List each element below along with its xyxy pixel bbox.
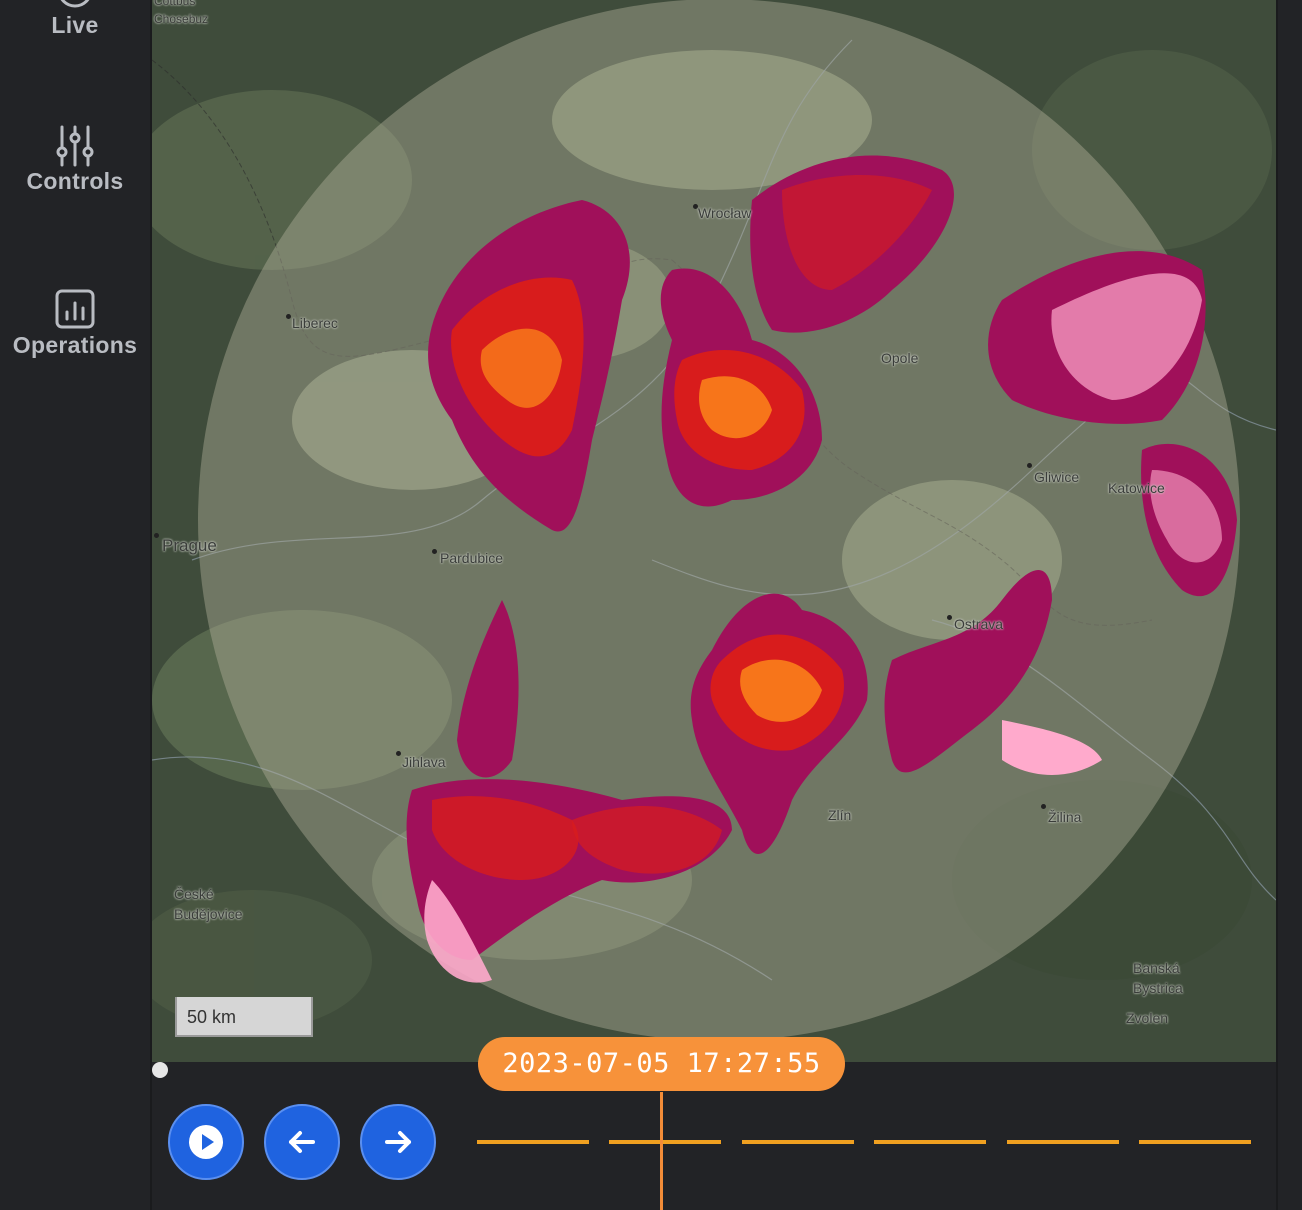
city-label-prague: Prague bbox=[162, 536, 217, 555]
arrow-right-icon bbox=[385, 1131, 411, 1153]
slider-handle[interactable] bbox=[152, 1062, 168, 1078]
arrow-left-icon bbox=[289, 1131, 315, 1153]
bar-chart-icon bbox=[55, 289, 95, 329]
city-label-liberec: Liberec bbox=[292, 315, 338, 331]
sidebar-item-label: Operations bbox=[12, 332, 138, 358]
timestamp-badge: 2023-07-05 17:27:55 bbox=[478, 1037, 845, 1091]
timeline-segment[interactable] bbox=[1139, 1140, 1251, 1144]
sliders-icon bbox=[56, 125, 94, 167]
timeline-segment[interactable] bbox=[1007, 1140, 1119, 1144]
city-label-katowice: Katowice bbox=[1108, 480, 1165, 496]
city-dot bbox=[396, 751, 401, 756]
city-label-cottbus: Cottbus bbox=[154, 0, 196, 8]
city-label-opole: Opole bbox=[881, 350, 919, 366]
radar-icon bbox=[60, 0, 90, 8]
radar-map[interactable]: Wrocław Liberec Opole Gliwice Katowice P… bbox=[152, 0, 1276, 1062]
sidebar: Live Controls Operations bbox=[0, 0, 152, 1210]
map-scale-bar: 50 km bbox=[175, 997, 313, 1037]
city-label-wroclaw: Wrocław bbox=[698, 205, 752, 221]
city-label-chosebuz: Chosebuz bbox=[154, 12, 209, 26]
timeline-segment[interactable] bbox=[742, 1140, 854, 1144]
timeline-segment[interactable] bbox=[874, 1140, 986, 1144]
city-dot bbox=[432, 549, 437, 554]
city-label-ceske: České bbox=[174, 886, 214, 902]
previous-frame-button[interactable] bbox=[264, 1104, 340, 1180]
city-label-bystrica: Bystrica bbox=[1133, 980, 1183, 996]
play-icon bbox=[189, 1125, 223, 1159]
sidebar-item-controls[interactable]: Controls bbox=[0, 124, 150, 195]
city-label-banska: Banská bbox=[1133, 960, 1180, 976]
city-label-budejovice: Budějovice bbox=[174, 906, 243, 922]
city-label-pardubice: Pardubice bbox=[440, 550, 504, 566]
city-label-gliwice: Gliwice bbox=[1034, 469, 1080, 485]
city-dot bbox=[154, 533, 159, 538]
play-button[interactable] bbox=[168, 1104, 244, 1180]
city-dot bbox=[1041, 804, 1046, 809]
timeline-segment[interactable] bbox=[609, 1140, 721, 1144]
next-frame-button[interactable] bbox=[360, 1104, 436, 1180]
city-dot bbox=[947, 615, 952, 620]
city-dot bbox=[1027, 463, 1032, 468]
city-dot bbox=[286, 314, 291, 319]
sidebar-item-label: Controls bbox=[26, 168, 124, 194]
city-label-zilina: Žilina bbox=[1048, 809, 1082, 825]
sidebar-item-label: Live bbox=[51, 12, 99, 38]
timeline-cursor[interactable] bbox=[660, 1092, 663, 1210]
sidebar-item-live[interactable]: Live bbox=[0, 0, 150, 39]
city-label-ostrava: Ostrava bbox=[954, 616, 1004, 632]
terrain-basemap bbox=[152, 0, 1276, 1062]
right-edge-panel bbox=[1276, 0, 1302, 1210]
city-label-zlin: Zlín bbox=[828, 807, 852, 823]
city-label-jihlava: Jihlava bbox=[402, 754, 446, 770]
city-label-zvolen: Zvolen bbox=[1126, 1010, 1169, 1026]
sidebar-item-operations[interactable]: Operations bbox=[0, 288, 150, 359]
timeline-segment[interactable] bbox=[477, 1140, 589, 1144]
